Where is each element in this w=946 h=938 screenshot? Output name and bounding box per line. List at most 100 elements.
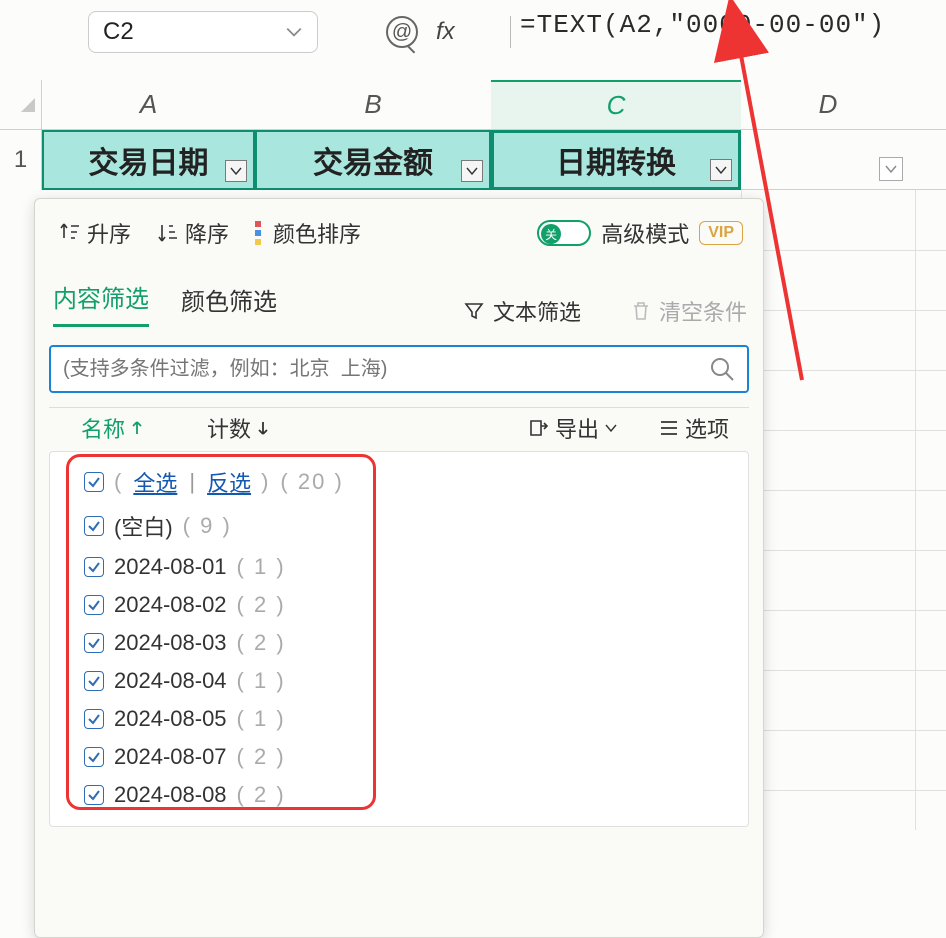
list-icon [659,419,679,437]
checkbox-icon[interactable] [84,557,104,577]
options-button[interactable]: 选项 [647,412,741,444]
search-icon[interactable] [709,356,735,382]
name-box[interactable]: C2 [88,11,318,53]
filter-button-B[interactable] [461,160,483,182]
fx-label[interactable]: fx [436,18,455,46]
sort-ascending-button[interactable]: 升序 [59,217,131,249]
funnel-icon [463,300,485,322]
filter-item-select-all[interactable]: (全选|反选) ( 20 ) [54,460,744,504]
filter-item-label: 2024-08-01 [114,554,227,580]
filter-search-box[interactable] [49,345,749,393]
advanced-mode-label: 高级模式 [601,217,689,249]
row-header-1[interactable]: 1 [0,130,42,190]
filter-tabs: 内容筛选 颜色筛选 文本筛选 清空条件 [49,265,749,327]
sort-desc-icon [157,221,179,245]
invert-selection-link[interactable]: 反选 [207,466,251,498]
column-header-C[interactable]: C [491,80,741,130]
sort-by-color-button[interactable]: 颜色排序 [255,217,361,249]
select-all-corner[interactable] [0,80,42,130]
filter-item[interactable]: 2024-08-04 ( 1 ) [54,662,744,700]
col-count-label: 计数 [207,412,251,444]
filter-item-label: 2024-08-05 [114,706,227,732]
trace-icon[interactable]: @ [386,16,418,48]
column-header-B[interactable]: B [255,80,491,130]
vip-badge: VIP [699,221,743,245]
arrow-up-icon [131,420,143,436]
blank-label: (空白) [114,510,173,542]
col-header-count[interactable]: 计数 [195,412,281,444]
select-all-count: ( 20 ) [280,469,343,495]
cell-B1[interactable]: 交易金额 [255,130,491,190]
blank-count: ( 9 ) [183,513,232,539]
checkbox-icon[interactable] [84,785,104,805]
filter-item[interactable]: 2024-08-05 ( 1 ) [54,700,744,738]
column-header-A[interactable]: A [42,80,255,130]
column-header-next[interactable] [915,80,946,130]
color-sort-icon [255,221,261,245]
filter-item[interactable]: 2024-08-02 ( 2 ) [54,586,744,624]
filter-button-A[interactable] [225,160,247,182]
export-button[interactable]: 导出 [515,412,629,444]
cell-C1[interactable]: 日期转换 [491,130,741,190]
checkbox-icon[interactable] [84,709,104,729]
filter-item-count: ( 1 ) [237,706,286,732]
cell-E1-partial[interactable] [915,130,946,190]
filter-item-count: ( 2 ) [237,782,286,808]
col-name-label: 名称 [81,412,125,444]
chevron-down-icon [605,424,617,432]
checkbox-icon[interactable] [84,595,104,615]
formula-bar: C2 @ fx =TEXT(A2,"0000-00-00") [0,6,946,58]
filter-item-label: 2024-08-02 [114,592,227,618]
col-header-name[interactable]: 名称 [69,412,155,444]
filter-item-count: ( 1 ) [237,668,286,694]
checkbox-icon[interactable] [84,633,104,653]
column-header-D[interactable]: D [741,80,915,130]
filter-item-count: ( 2 ) [237,592,286,618]
formula-input[interactable]: =TEXT(A2,"0000-00-00") [520,10,885,40]
filter-item[interactable]: 2024-08-03( 2 ) [54,624,744,662]
chevron-down-icon[interactable] [285,23,303,41]
sort-desc-label: 降序 [185,217,229,249]
filter-button-D[interactable] [879,157,903,181]
filter-values-list: (全选|反选) ( 20 ) (空白) ( 9 ) 2024-08-01 ( 1 … [49,451,749,827]
sort-color-label: 颜色排序 [273,217,361,249]
checkbox-icon[interactable] [84,516,104,536]
filter-item-count: ( 1 ) [237,554,286,580]
arrow-down-icon [257,420,269,436]
column-header-row: A B C D [0,80,946,130]
clear-filter-button[interactable]: 清空条件 [631,295,747,327]
sort-descending-button[interactable]: 降序 [157,217,229,249]
filter-item-label: 2024-08-07 [114,744,227,770]
toggle-off-label: 关 [541,224,561,244]
filter-button-C[interactable] [710,159,732,181]
cell-A1-text: 交易日期 [89,138,209,182]
filter-item[interactable]: 2024-08-08 ( 2 ) [54,776,744,814]
text-filter-label: 文本筛选 [493,295,581,327]
options-label: 选项 [685,412,729,444]
filter-item[interactable]: 2024-08-01 ( 1 ) [54,548,744,586]
sort-asc-label: 升序 [87,217,131,249]
filter-dropdown-panel: 升序 降序 颜色排序 关 高级模式 VIP 内容筛选 颜色筛选 [34,198,764,938]
checkbox-icon[interactable] [84,472,104,492]
tab-content-filter[interactable]: 内容筛选 [53,279,149,327]
filter-search-input[interactable] [63,358,709,381]
filter-list-header: 名称 计数 导出 选项 [49,407,749,447]
filter-item-label: 2024-08-04 [114,668,227,694]
filter-sort-toolbar: 升序 降序 颜色排序 关 高级模式 VIP [49,213,749,265]
advanced-mode-group: 关 高级模式 VIP [537,217,743,249]
filter-item-blank[interactable]: (空白) ( 9 ) [54,504,744,548]
export-label: 导出 [555,412,599,444]
select-all-link[interactable]: 全选 [133,466,177,498]
tab-color-filter[interactable]: 颜色筛选 [181,282,277,327]
text-filter-button[interactable]: 文本筛选 [463,295,581,327]
checkbox-icon[interactable] [84,747,104,767]
cell-D1[interactable] [741,130,915,190]
checkbox-icon[interactable] [84,671,104,691]
filter-item-label: 2024-08-08 [114,782,227,808]
filter-item[interactable]: 2024-08-07 ( 2 ) [54,738,744,776]
advanced-mode-toggle[interactable]: 关 [537,220,591,246]
filter-item-count: ( 2 ) [237,744,286,770]
cell-C1-text: 日期转换 [556,138,676,182]
cell-A1[interactable]: 交易日期 [42,130,255,190]
sort-asc-icon [59,221,81,245]
